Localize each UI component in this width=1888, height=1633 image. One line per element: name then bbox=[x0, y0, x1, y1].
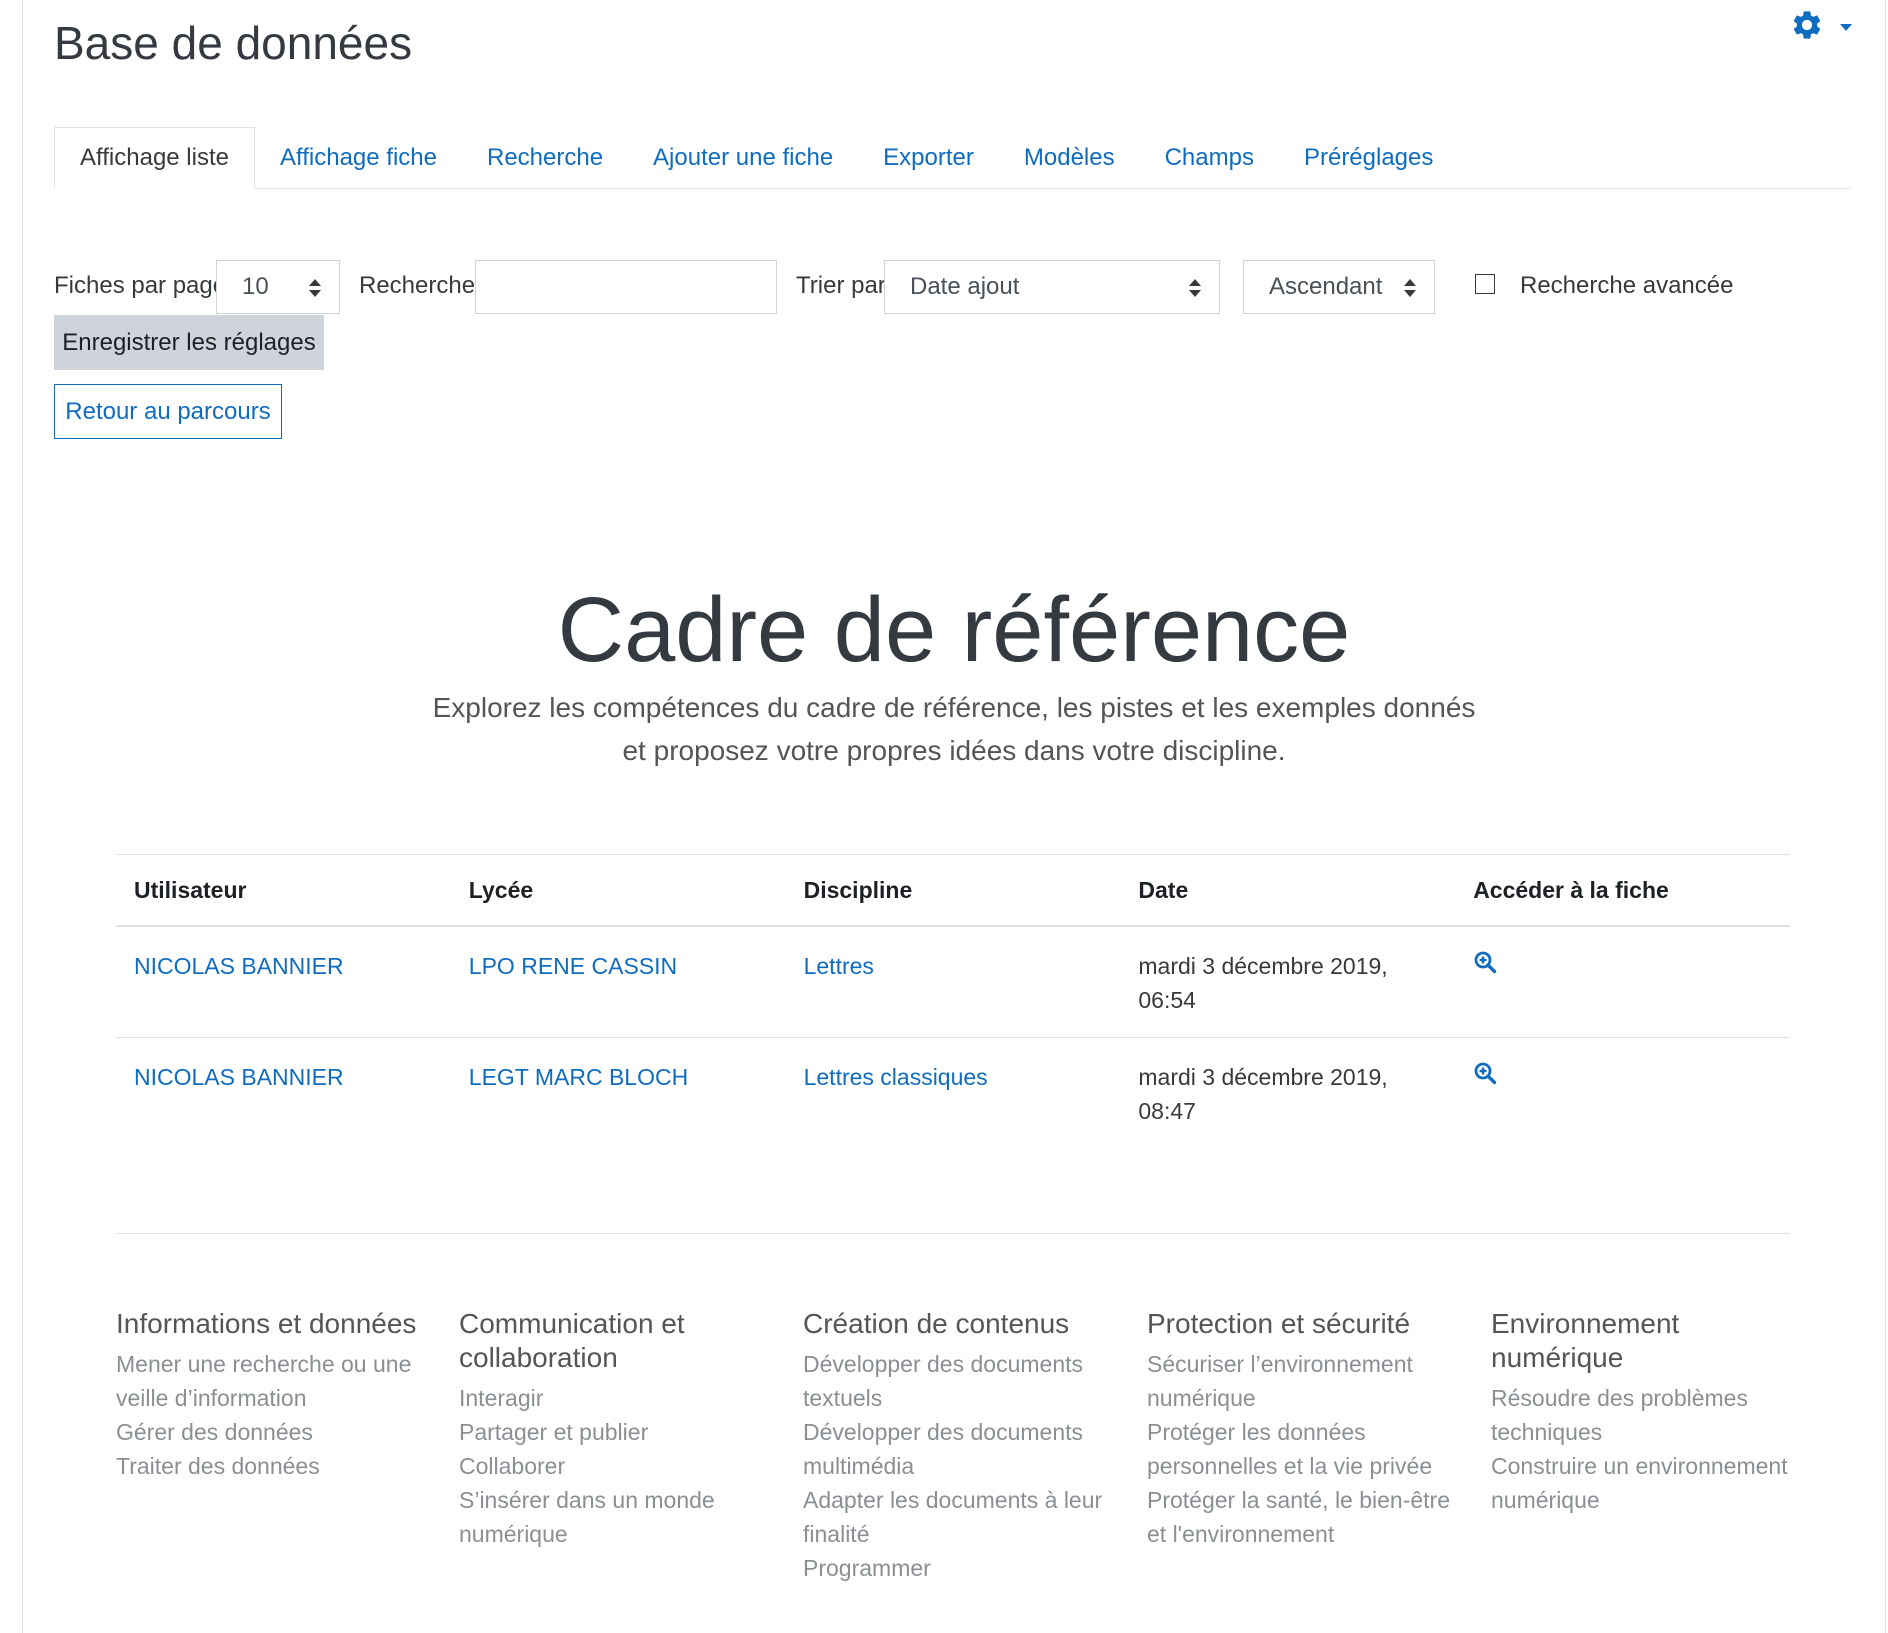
footer-link[interactable]: Protéger la santé, le bien-être bbox=[1147, 1483, 1467, 1517]
footer-column-environnement: Environnement numérique Résoudre des prob… bbox=[1491, 1307, 1811, 1517]
search-input[interactable] bbox=[475, 260, 777, 314]
tab-preglages[interactable]: Préréglages bbox=[1279, 128, 1458, 188]
advanced-search-label[interactable]: Recherche avancée bbox=[1520, 272, 1733, 300]
footer-link[interactable]: numérique bbox=[1491, 1483, 1811, 1517]
footer-link[interactable]: numérique bbox=[459, 1517, 779, 1551]
footer-link[interactable]: Traiter des données bbox=[116, 1449, 436, 1483]
column-header-access: Accéder à la fiche bbox=[1455, 854, 1790, 927]
footer-link[interactable]: Programmer bbox=[803, 1551, 1123, 1585]
footer-column-title: Communication et collaboration bbox=[459, 1308, 685, 1373]
footer-column-title: Création de contenus bbox=[803, 1308, 1070, 1339]
footer-column-title: Protection et sécurité bbox=[1147, 1308, 1411, 1339]
page-title: Base de données bbox=[54, 17, 413, 69]
footer-link[interactable]: Protéger les données bbox=[1147, 1415, 1467, 1449]
footer-link[interactable]: et l'environnement bbox=[1147, 1517, 1467, 1551]
table-row: NICOLAS BANNIER LPO RENE CASSIN Lettres … bbox=[116, 926, 1790, 1038]
column-header-school: Lycée bbox=[450, 854, 786, 927]
user-link[interactable]: NICOLAS BANNIER bbox=[134, 953, 344, 979]
tab-modeles[interactable]: Modèles bbox=[999, 128, 1140, 188]
advanced-search-checkbox[interactable] bbox=[1475, 274, 1495, 294]
tab-affichage-liste[interactable]: Affichage liste bbox=[54, 127, 255, 189]
footer-link[interactable]: Mener une recherche ou une bbox=[116, 1347, 436, 1381]
footer-link[interactable]: multimédia bbox=[803, 1449, 1123, 1483]
per-page-label: Fiches par page bbox=[54, 272, 227, 299]
footer-link[interactable]: Développer des documents bbox=[803, 1347, 1123, 1381]
column-header-user: Utilisateur bbox=[116, 854, 451, 927]
tab-bar: Affichage liste Affichage fiche Recherch… bbox=[54, 126, 1850, 189]
table-header-row: Utilisateur Lycée Discipline Date Accéde… bbox=[116, 854, 1790, 927]
settings-menu[interactable] bbox=[1790, 8, 1852, 47]
records-table: Utilisateur Lycée Discipline Date Accéde… bbox=[116, 854, 1790, 1148]
footer-link[interactable]: Gérer des données bbox=[116, 1415, 436, 1449]
footer-link[interactable]: Construire un environnement bbox=[1491, 1449, 1811, 1483]
footer-link[interactable]: personnelles et la vie privée bbox=[1147, 1449, 1467, 1483]
select-arrows-icon bbox=[1189, 279, 1201, 297]
footer-link[interactable]: Partager et publier bbox=[459, 1415, 779, 1449]
footer-link[interactable]: S’insérer dans un monde bbox=[459, 1483, 779, 1517]
caret-down-icon[interactable] bbox=[1840, 24, 1852, 31]
save-settings-button[interactable]: Enregistrer les réglages bbox=[54, 315, 324, 370]
footer-link[interactable]: techniques bbox=[1491, 1415, 1811, 1449]
tab-champs[interactable]: Champs bbox=[1140, 128, 1279, 188]
select-arrows-icon bbox=[1404, 279, 1416, 297]
time-text: 06:54 bbox=[1138, 987, 1196, 1013]
order-value: Ascendant bbox=[1269, 273, 1383, 300]
footer-column-protection: Protection et sécurité Sécuriser l’envir… bbox=[1147, 1307, 1467, 1551]
user-link[interactable]: NICOLAS BANNIER bbox=[134, 1064, 344, 1090]
tab-ajouter-fiche[interactable]: Ajouter une fiche bbox=[628, 128, 858, 188]
select-arrows-icon bbox=[309, 279, 321, 297]
footer-link[interactable]: Adapter les documents à leur bbox=[803, 1483, 1123, 1517]
footer-divider bbox=[116, 1233, 1790, 1234]
hero-subtitle: Explorez les compétences du cadre de réf… bbox=[432, 692, 1476, 766]
footer-column-communication: Communication et collaboration Interagir … bbox=[459, 1307, 779, 1551]
footer-link[interactable]: Collaborer bbox=[459, 1449, 779, 1483]
footer-link[interactable]: textuels bbox=[803, 1381, 1123, 1415]
table-row: NICOLAS BANNIER LEGT MARC BLOCH Lettres … bbox=[116, 1038, 1790, 1149]
sort-select[interactable]: Date ajout bbox=[884, 260, 1220, 314]
time-text: 08:47 bbox=[1138, 1098, 1196, 1124]
gear-icon[interactable] bbox=[1790, 8, 1824, 47]
hero-title: Cadre de référence bbox=[557, 579, 1351, 681]
school-link[interactable]: LPO RENE CASSIN bbox=[469, 953, 677, 979]
per-page-value: 10 bbox=[242, 273, 269, 300]
discipline-link[interactable]: Lettres classiques bbox=[804, 1064, 988, 1090]
per-page-select[interactable]: 10 bbox=[216, 260, 340, 314]
zoom-in-icon[interactable] bbox=[1473, 1060, 1497, 1094]
discipline-link[interactable]: Lettres bbox=[804, 953, 874, 979]
footer-link[interactable]: veille d’information bbox=[116, 1381, 436, 1415]
tab-affichage-fiche[interactable]: Affichage fiche bbox=[255, 128, 462, 188]
column-header-discipline: Discipline bbox=[785, 854, 1121, 927]
column-header-date: Date bbox=[1120, 854, 1456, 927]
date-cell: mardi 3 décembre 2019, 06:54 bbox=[1120, 926, 1456, 1038]
order-select[interactable]: Ascendant bbox=[1243, 260, 1435, 314]
footer-link[interactable]: Résoudre des problèmes bbox=[1491, 1381, 1811, 1415]
school-link[interactable]: LEGT MARC BLOCH bbox=[469, 1064, 688, 1090]
footer-column-informations: Informations et données Mener une recher… bbox=[116, 1307, 436, 1483]
footer-column-title: Informations et données bbox=[116, 1308, 417, 1339]
zoom-in-icon[interactable] bbox=[1473, 949, 1497, 983]
footer-column-creation: Création de contenus Développer des docu… bbox=[803, 1307, 1123, 1585]
footer-link[interactable]: Sécuriser l’environnement bbox=[1147, 1347, 1467, 1381]
footer-link[interactable]: Interagir bbox=[459, 1381, 779, 1415]
sort-value: Date ajout bbox=[910, 273, 1020, 300]
footer-link[interactable]: numérique bbox=[1147, 1381, 1467, 1415]
tab-recherche[interactable]: Recherche bbox=[462, 128, 628, 188]
sort-label: Trier par bbox=[796, 272, 886, 299]
date-cell: mardi 3 décembre 2019, 08:47 bbox=[1120, 1038, 1455, 1149]
filter-bar: Fiches par page 10 Rechercher Trier par … bbox=[54, 260, 1854, 316]
date-text: mardi 3 décembre 2019, bbox=[1138, 1064, 1388, 1090]
footer-column-title: Environnement numérique bbox=[1491, 1308, 1680, 1373]
footer-link[interactable]: finalité bbox=[803, 1517, 1123, 1551]
search-label: Rechercher bbox=[359, 272, 484, 299]
tab-exporter[interactable]: Exporter bbox=[858, 128, 999, 188]
date-text: mardi 3 décembre 2019, bbox=[1138, 953, 1388, 979]
back-to-course-button[interactable]: Retour au parcours bbox=[54, 384, 282, 439]
footer-link[interactable]: Développer des documents bbox=[803, 1415, 1123, 1449]
